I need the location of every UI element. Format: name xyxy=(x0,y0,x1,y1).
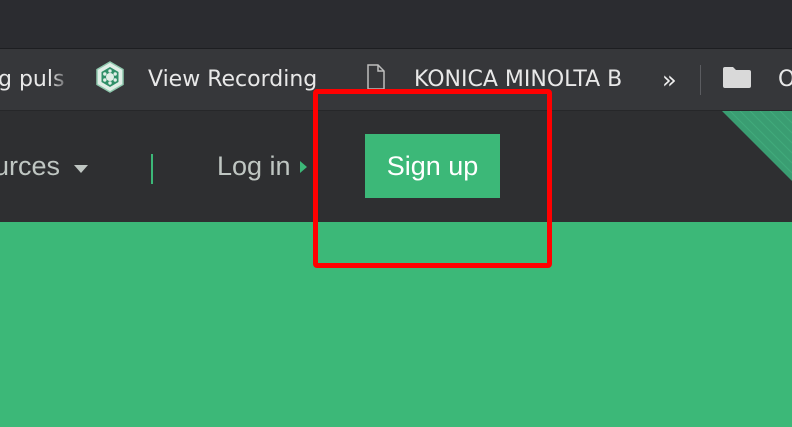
hero-section xyxy=(0,222,792,427)
nav-resources-label: urces xyxy=(0,151,61,181)
login-link[interactable]: Log in xyxy=(217,111,307,222)
site-header: urces Log in Sign up xyxy=(0,111,792,222)
bookmark-label: O xyxy=(778,67,792,92)
bookmark-label: KONICA MINOLTA B xyxy=(414,67,623,92)
nav-divider xyxy=(151,154,153,184)
chevron-down-icon xyxy=(74,164,89,173)
bookmarks-bar: g puls View Recording KONICA MINOLTA B » xyxy=(0,49,792,111)
bookmark-konica-minolta[interactable]: KONICA MINOLTA B xyxy=(366,49,652,110)
bookmark-folder[interactable]: O xyxy=(722,49,792,110)
bookmark-view-recording[interactable]: View Recording xyxy=(94,49,317,110)
bookmark-item[interactable]: g puls xyxy=(0,49,72,110)
page-icon xyxy=(366,63,386,96)
folder-icon xyxy=(722,65,752,95)
chevron-right-icon xyxy=(299,160,307,173)
bookmark-label: View Recording xyxy=(148,67,318,92)
browser-tab-strip xyxy=(0,0,792,49)
login-label: Log in xyxy=(217,151,291,181)
recording-badge-icon xyxy=(94,60,126,99)
corner-stripe-decoration xyxy=(722,111,792,181)
bookmarks-separator xyxy=(700,65,701,95)
nav-resources-dropdown[interactable]: urces xyxy=(0,111,89,222)
bookmark-label: g puls xyxy=(0,67,65,92)
signup-button[interactable]: Sign up xyxy=(365,134,500,198)
bookmarks-overflow-button[interactable]: » xyxy=(662,49,677,110)
